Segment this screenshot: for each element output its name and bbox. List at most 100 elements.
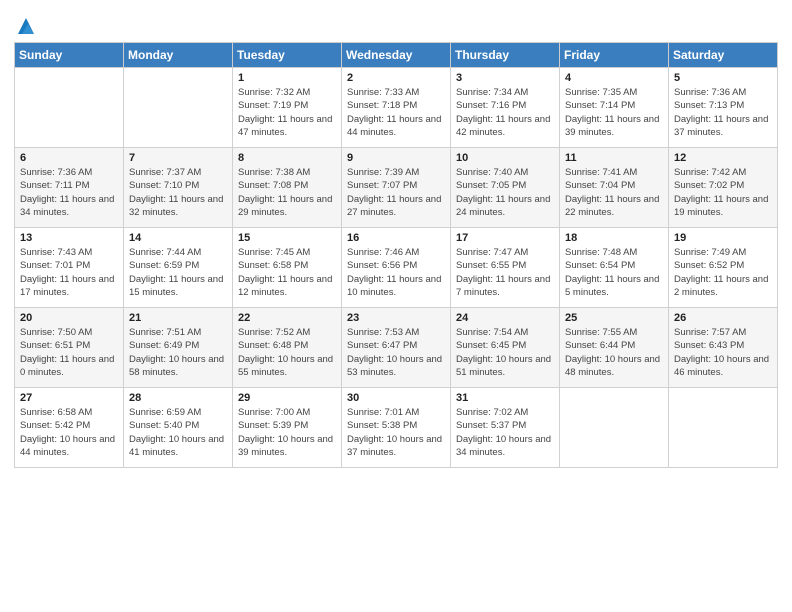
- day-of-week-header: Monday: [124, 43, 233, 68]
- calendar-cell: 10Sunrise: 7:40 AM Sunset: 7:05 PM Dayli…: [451, 148, 560, 228]
- day-number: 4: [565, 72, 664, 84]
- calendar-body: 1 Sunrise: 7:32 AM Sunset: 7:19 PM Daylig…: [15, 68, 778, 468]
- day-info: Sunrise: 7:43 AM Sunset: 7:01 PM Dayligh…: [20, 246, 119, 299]
- calendar-cell: 27Sunrise: 6:58 AM Sunset: 5:42 PM Dayli…: [15, 388, 124, 468]
- day-of-week-header: Friday: [560, 43, 669, 68]
- calendar-cell: 30Sunrise: 7:01 AM Sunset: 5:38 PM Dayli…: [342, 388, 451, 468]
- day-number: 23: [347, 312, 446, 324]
- calendar-week-row: 20 Sunrise: 7:50 AM Sunset: 6:51 PM Dayli…: [15, 308, 778, 388]
- day-number: 28: [129, 392, 228, 404]
- day-info: Sunrise: 7:02 AM Sunset: 5:37 PM Dayligh…: [456, 406, 555, 459]
- day-number: 14: [129, 232, 228, 244]
- day-info: Sunrise: 7:41 AM Sunset: 7:04 PM Dayligh…: [565, 166, 664, 219]
- calendar-cell: 15Sunrise: 7:45 AM Sunset: 6:58 PM Dayli…: [233, 228, 342, 308]
- calendar-cell: 14Sunrise: 7:44 AM Sunset: 6:59 PM Dayli…: [124, 228, 233, 308]
- calendar-week-row: 6 Sunrise: 7:36 AM Sunset: 7:11 PM Daylig…: [15, 148, 778, 228]
- day-number: 2: [347, 72, 446, 84]
- calendar-cell: 6 Sunrise: 7:36 AM Sunset: 7:11 PM Daylig…: [15, 148, 124, 228]
- day-info: Sunrise: 7:34 AM Sunset: 7:16 PM Dayligh…: [456, 86, 555, 139]
- day-info: Sunrise: 7:47 AM Sunset: 6:55 PM Dayligh…: [456, 246, 555, 299]
- day-number: 21: [129, 312, 228, 324]
- day-number: 31: [456, 392, 555, 404]
- day-number: 30: [347, 392, 446, 404]
- calendar-cell: [560, 388, 669, 468]
- calendar-cell: 11 Sunrise: 7:41 AM Sunset: 7:04 PM Dayli…: [560, 148, 669, 228]
- day-info: Sunrise: 7:39 AM Sunset: 7:07 PM Dayligh…: [347, 166, 446, 219]
- calendar-week-row: 27Sunrise: 6:58 AM Sunset: 5:42 PM Dayli…: [15, 388, 778, 468]
- calendar-week-row: 1 Sunrise: 7:32 AM Sunset: 7:19 PM Daylig…: [15, 68, 778, 148]
- day-info: Sunrise: 7:51 AM Sunset: 6:49 PM Dayligh…: [129, 326, 228, 379]
- day-number: 7: [129, 152, 228, 164]
- day-info: Sunrise: 7:38 AM Sunset: 7:08 PM Dayligh…: [238, 166, 337, 219]
- day-number: 15: [238, 232, 337, 244]
- day-of-week-header: Sunday: [15, 43, 124, 68]
- calendar-cell: 22Sunrise: 7:52 AM Sunset: 6:48 PM Dayli…: [233, 308, 342, 388]
- day-number: 26: [674, 312, 773, 324]
- day-number: 3: [456, 72, 555, 84]
- day-number: 19: [674, 232, 773, 244]
- day-info: Sunrise: 6:59 AM Sunset: 5:40 PM Dayligh…: [129, 406, 228, 459]
- day-number: 6: [20, 152, 119, 164]
- calendar-cell: 8 Sunrise: 7:38 AM Sunset: 7:08 PM Daylig…: [233, 148, 342, 228]
- calendar-cell: [669, 388, 778, 468]
- day-info: Sunrise: 7:46 AM Sunset: 6:56 PM Dayligh…: [347, 246, 446, 299]
- calendar-cell: 5 Sunrise: 7:36 AM Sunset: 7:13 PM Daylig…: [669, 68, 778, 148]
- day-info: Sunrise: 7:54 AM Sunset: 6:45 PM Dayligh…: [456, 326, 555, 379]
- day-number: 8: [238, 152, 337, 164]
- calendar-cell: 16 Sunrise: 7:46 AM Sunset: 6:56 PM Dayli…: [342, 228, 451, 308]
- day-info: Sunrise: 7:57 AM Sunset: 6:43 PM Dayligh…: [674, 326, 773, 379]
- calendar-cell: 12 Sunrise: 7:42 AM Sunset: 7:02 PM Dayli…: [669, 148, 778, 228]
- calendar-cell: 21 Sunrise: 7:51 AM Sunset: 6:49 PM Dayli…: [124, 308, 233, 388]
- calendar-cell: 26 Sunrise: 7:57 AM Sunset: 6:43 PM Dayli…: [669, 308, 778, 388]
- calendar-cell: 29Sunrise: 7:00 AM Sunset: 5:39 PM Dayli…: [233, 388, 342, 468]
- day-number: 24: [456, 312, 555, 324]
- calendar: SundayMondayTuesdayWednesdayThursdayFrid…: [14, 42, 778, 468]
- day-info: Sunrise: 7:32 AM Sunset: 7:19 PM Dayligh…: [238, 86, 337, 139]
- day-number: 17: [456, 232, 555, 244]
- page: SundayMondayTuesdayWednesdayThursdayFrid…: [0, 0, 792, 612]
- calendar-cell: 13 Sunrise: 7:43 AM Sunset: 7:01 PM Dayli…: [15, 228, 124, 308]
- calendar-cell: 9 Sunrise: 7:39 AM Sunset: 7:07 PM Daylig…: [342, 148, 451, 228]
- day-number: 13: [20, 232, 119, 244]
- calendar-cell: 25 Sunrise: 7:55 AM Sunset: 6:44 PM Dayli…: [560, 308, 669, 388]
- day-number: 18: [565, 232, 664, 244]
- day-number: 29: [238, 392, 337, 404]
- day-number: 27: [20, 392, 119, 404]
- day-of-week-header: Tuesday: [233, 43, 342, 68]
- calendar-cell: 1 Sunrise: 7:32 AM Sunset: 7:19 PM Daylig…: [233, 68, 342, 148]
- day-info: Sunrise: 7:50 AM Sunset: 6:51 PM Dayligh…: [20, 326, 119, 379]
- calendar-week-row: 13 Sunrise: 7:43 AM Sunset: 7:01 PM Dayli…: [15, 228, 778, 308]
- day-info: Sunrise: 7:52 AM Sunset: 6:48 PM Dayligh…: [238, 326, 337, 379]
- calendar-cell: 20 Sunrise: 7:50 AM Sunset: 6:51 PM Dayli…: [15, 308, 124, 388]
- day-number: 11: [565, 152, 664, 164]
- day-number: 20: [20, 312, 119, 324]
- calendar-cell: 2 Sunrise: 7:33 AM Sunset: 7:18 PM Daylig…: [342, 68, 451, 148]
- calendar-cell: [124, 68, 233, 148]
- calendar-cell: 19Sunrise: 7:49 AM Sunset: 6:52 PM Dayli…: [669, 228, 778, 308]
- day-number: 1: [238, 72, 337, 84]
- day-number: 12: [674, 152, 773, 164]
- day-info: Sunrise: 7:55 AM Sunset: 6:44 PM Dayligh…: [565, 326, 664, 379]
- day-info: Sunrise: 7:42 AM Sunset: 7:02 PM Dayligh…: [674, 166, 773, 219]
- day-info: Sunrise: 7:36 AM Sunset: 7:11 PM Dayligh…: [20, 166, 119, 219]
- logo: [14, 16, 36, 36]
- calendar-cell: 7 Sunrise: 7:37 AM Sunset: 7:10 PM Daylig…: [124, 148, 233, 228]
- calendar-cell: 17 Sunrise: 7:47 AM Sunset: 6:55 PM Dayli…: [451, 228, 560, 308]
- day-info: Sunrise: 7:37 AM Sunset: 7:10 PM Dayligh…: [129, 166, 228, 219]
- calendar-cell: 24 Sunrise: 7:54 AM Sunset: 6:45 PM Dayli…: [451, 308, 560, 388]
- day-info: Sunrise: 7:36 AM Sunset: 7:13 PM Dayligh…: [674, 86, 773, 139]
- calendar-cell: 18 Sunrise: 7:48 AM Sunset: 6:54 PM Dayli…: [560, 228, 669, 308]
- day-number: 5: [674, 72, 773, 84]
- calendar-cell: 23Sunrise: 7:53 AM Sunset: 6:47 PM Dayli…: [342, 308, 451, 388]
- day-info: Sunrise: 7:33 AM Sunset: 7:18 PM Dayligh…: [347, 86, 446, 139]
- calendar-cell: 4 Sunrise: 7:35 AM Sunset: 7:14 PM Daylig…: [560, 68, 669, 148]
- day-info: Sunrise: 7:35 AM Sunset: 7:14 PM Dayligh…: [565, 86, 664, 139]
- calendar-cell: 28 Sunrise: 6:59 AM Sunset: 5:40 PM Dayli…: [124, 388, 233, 468]
- day-number: 16: [347, 232, 446, 244]
- day-info: Sunrise: 7:48 AM Sunset: 6:54 PM Dayligh…: [565, 246, 664, 299]
- day-number: 25: [565, 312, 664, 324]
- day-number: 9: [347, 152, 446, 164]
- day-info: Sunrise: 7:40 AM Sunset: 7:05 PM Dayligh…: [456, 166, 555, 219]
- calendar-cell: [15, 68, 124, 148]
- logo-icon: [16, 16, 36, 36]
